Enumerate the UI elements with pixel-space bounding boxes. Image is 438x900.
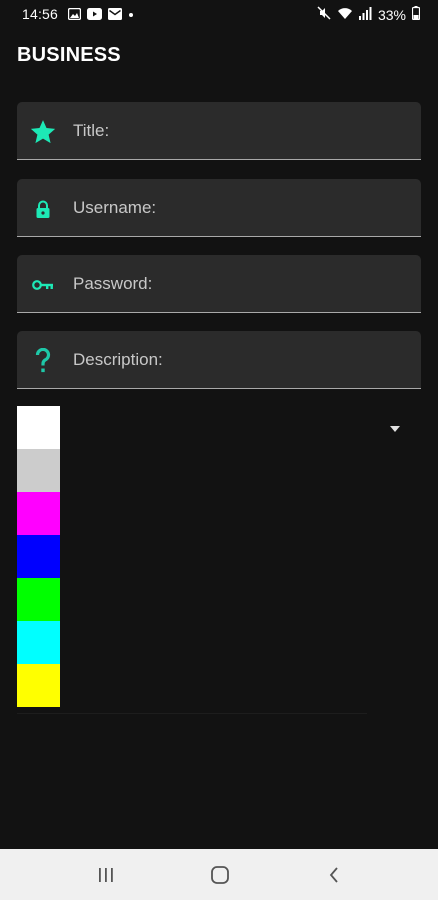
color-swatch-yellow[interactable] — [17, 664, 60, 707]
lock-icon — [28, 194, 58, 224]
color-swatch-list — [17, 406, 60, 707]
dot-icon — [128, 7, 134, 23]
back-button[interactable] — [322, 863, 346, 887]
description-field[interactable]: Description: — [17, 331, 421, 389]
dropdown-arrow-icon[interactable] — [390, 426, 400, 432]
username-field-label: Username: — [73, 198, 157, 217]
image-icon — [67, 7, 82, 23]
screen: 14:56 33% BUSINESS Title: Username: Pass… — [0, 0, 438, 900]
status-system-icons: 33% — [317, 6, 421, 23]
key-icon — [28, 270, 58, 300]
battery-icon — [411, 6, 421, 23]
dropdown-underline — [17, 713, 367, 714]
password-field[interactable]: Password: — [17, 255, 421, 313]
page-title: BUSINESS — [17, 44, 121, 66]
password-field-label: Password: — [73, 274, 153, 293]
color-dropdown[interactable] — [17, 406, 421, 714]
status-bar: 14:56 33% — [0, 0, 438, 28]
recents-button[interactable] — [94, 863, 118, 887]
youtube-icon — [87, 7, 102, 23]
home-button[interactable] — [208, 863, 232, 887]
star-icon — [28, 117, 58, 147]
title-field[interactable]: Title: — [17, 102, 421, 160]
title-field-label: Title: — [73, 121, 110, 140]
color-swatch-blue[interactable] — [17, 535, 60, 578]
color-swatch-cyan[interactable] — [17, 621, 60, 664]
mail-icon — [108, 7, 122, 23]
username-field[interactable]: Username: — [17, 179, 421, 237]
mute-icon — [317, 6, 331, 23]
battery-percent: 33% — [377, 6, 406, 23]
signal-icon — [358, 6, 372, 23]
color-swatch-gray[interactable] — [17, 449, 60, 492]
color-swatch-white[interactable] — [17, 406, 60, 449]
status-notification-icons — [67, 7, 134, 23]
status-time: 14:56 — [22, 6, 59, 22]
question-icon — [28, 346, 58, 376]
color-swatch-green[interactable] — [17, 578, 60, 621]
navigation-bar — [0, 849, 438, 900]
wifi-icon — [337, 6, 353, 23]
description-field-label: Description: — [73, 350, 163, 369]
color-swatch-magenta[interactable] — [17, 492, 60, 535]
